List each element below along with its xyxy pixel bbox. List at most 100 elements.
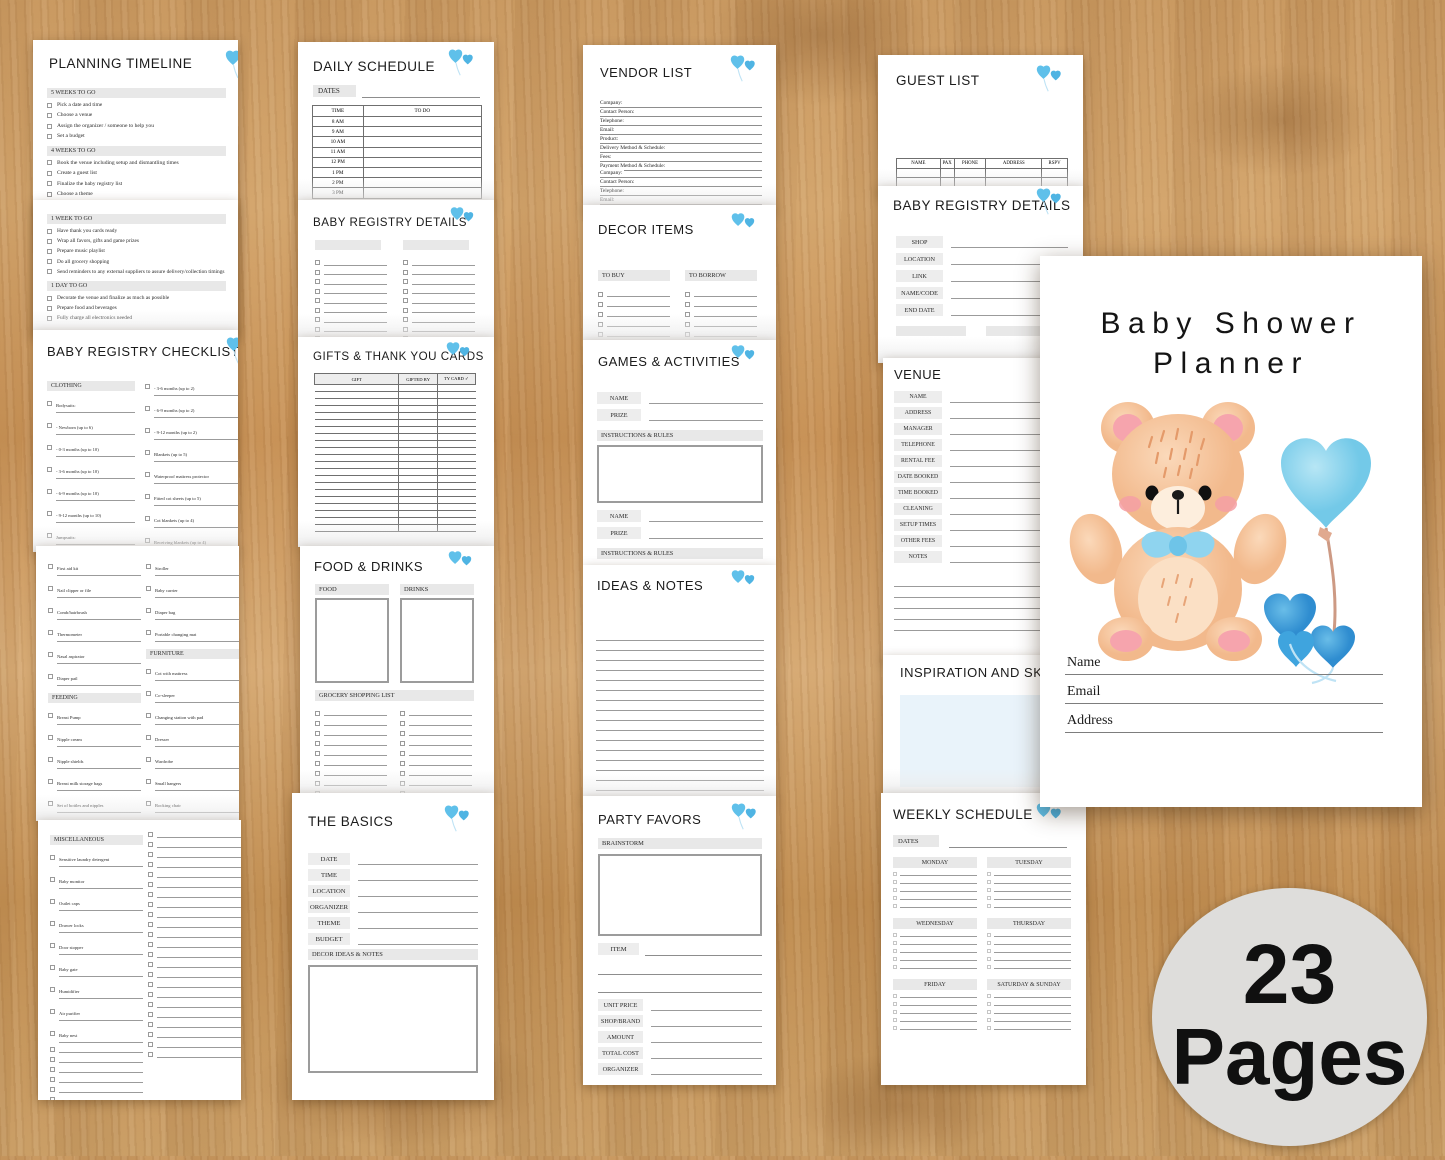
write-line[interactable]	[324, 710, 387, 716]
gift-cell[interactable]	[398, 433, 438, 441]
item-line[interactable]	[598, 992, 762, 993]
checkbox[interactable]	[146, 779, 151, 784]
checkbox[interactable]	[893, 948, 897, 953]
checkbox[interactable]	[50, 899, 55, 904]
checklist-write-line[interactable]: Baby monitor	[59, 870, 143, 889]
checkbox[interactable]	[47, 423, 52, 428]
gift-cell[interactable]	[436, 461, 476, 469]
checkbox[interactable]	[47, 160, 52, 166]
day-line[interactable]	[893, 879, 977, 884]
checklist-write-line[interactable]	[157, 901, 241, 908]
day-line[interactable]	[987, 964, 1071, 969]
checkbox[interactable]	[148, 952, 153, 957]
write-line[interactable]	[900, 1009, 977, 1014]
checklist-write-line[interactable]: Small hangers	[155, 772, 239, 791]
field-input-line[interactable]	[358, 917, 478, 929]
checklist-write-line[interactable]: Changing station with pad	[155, 706, 239, 725]
checklist-item[interactable]: Finalize the baby registry list	[47, 181, 226, 187]
checklist-write-line[interactable]: Nail clipper or file	[57, 579, 141, 598]
gift-cell[interactable]	[398, 454, 438, 462]
checklist-item[interactable]: Diaper bag	[146, 601, 239, 620]
checklist-item[interactable]: Diaper pail	[48, 667, 141, 686]
gift-cell[interactable]	[398, 391, 438, 399]
cover-field-email[interactable]: Email	[1065, 683, 1383, 704]
checklist-write-line[interactable]	[157, 1011, 241, 1018]
checklist-write-line[interactable]	[157, 891, 241, 898]
write-line[interactable]	[900, 993, 977, 998]
checkbox[interactable]	[148, 912, 153, 917]
checklist-write-line[interactable]	[59, 1056, 143, 1063]
checkbox[interactable]	[47, 123, 52, 129]
field-row[interactable]: NAME	[597, 510, 763, 522]
gift-cell[interactable]	[398, 426, 438, 434]
gift-cell[interactable]	[436, 398, 476, 406]
page-baby-registry-checklist-2[interactable]: First aid kit Nail clipper or file Comb/ha…	[36, 546, 239, 821]
checklist-write-line[interactable]: Humidifier	[59, 980, 143, 999]
write-line[interactable]	[324, 279, 387, 285]
checklist-item[interactable]: Breast milk storage bags	[48, 772, 141, 791]
checkbox[interactable]	[598, 301, 603, 307]
checkbox[interactable]	[685, 291, 690, 297]
checklist-write-line[interactable]	[157, 1041, 241, 1048]
checklist-item[interactable]: - 3-6 months (up to 2)	[145, 377, 238, 396]
checklist-write-line[interactable]	[59, 1076, 143, 1083]
checklist-item-blank[interactable]	[50, 1086, 143, 1093]
field-input-line[interactable]	[358, 869, 478, 881]
checklist-item-blank[interactable]	[148, 971, 241, 978]
checkbox[interactable]	[146, 691, 151, 696]
checkbox[interactable]	[148, 1022, 153, 1027]
field-row[interactable]: SHOP/BRAND	[598, 1015, 762, 1027]
checklist-item-blank[interactable]	[148, 911, 241, 918]
checklist-write-line[interactable]: - 0-3 months (up to 10)	[56, 438, 135, 457]
gift-row[interactable]	[314, 384, 476, 392]
write-line[interactable]	[409, 730, 472, 736]
day-line[interactable]	[987, 879, 1071, 884]
checklist-item-blank[interactable]	[148, 1051, 241, 1058]
checkbox[interactable]	[50, 877, 55, 882]
checklist-write-line[interactable]: Portable changing mat	[155, 623, 239, 642]
gift-cell[interactable]	[436, 503, 476, 511]
checklist-item[interactable]: Pick a date and time	[47, 102, 226, 108]
write-line[interactable]	[994, 932, 1071, 937]
checkbox[interactable]	[47, 170, 52, 176]
write-line[interactable]	[994, 879, 1071, 884]
gift-cell[interactable]	[398, 475, 438, 483]
write-line[interactable]	[409, 760, 472, 766]
checkbox[interactable]	[50, 1009, 55, 1014]
checkbox[interactable]	[50, 965, 55, 970]
checkbox[interactable]	[893, 956, 897, 961]
checklist-write-line[interactable]: Fitted cot sheets (up to 5)	[154, 487, 238, 506]
day-line[interactable]	[987, 932, 1071, 937]
page-planning-timeline-cont[interactable]: 1 WEEK TO GO Have thank you cards ready Wr…	[33, 200, 238, 336]
note-line[interactable]	[596, 661, 764, 671]
checkbox[interactable]	[50, 1031, 55, 1036]
checkbox[interactable]	[893, 993, 897, 998]
write-line[interactable]	[900, 932, 977, 937]
checklist-item-blank[interactable]	[400, 720, 472, 726]
day-line[interactable]	[893, 887, 977, 892]
gift-row[interactable]	[314, 412, 476, 420]
field-row[interactable]: PRIZE	[597, 409, 763, 421]
checkbox[interactable]	[315, 760, 320, 766]
write-line[interactable]	[412, 288, 475, 294]
checkbox[interactable]	[893, 895, 897, 900]
checkbox[interactable]	[987, 1025, 991, 1030]
checkbox[interactable]	[47, 228, 52, 234]
gift-row[interactable]	[314, 510, 476, 518]
checklist-item[interactable]: Have thank you cards ready	[47, 228, 226, 234]
note-line[interactable]	[596, 721, 764, 731]
todo-cell[interactable]	[362, 115, 483, 128]
write-line[interactable]	[900, 940, 977, 945]
write-line[interactable]	[412, 260, 475, 266]
checkbox[interactable]	[148, 832, 153, 837]
gift-cell[interactable]	[314, 475, 399, 483]
checklist-item[interactable]: Book the venue including setup and disma…	[47, 160, 226, 166]
checklist-write-line[interactable]	[157, 931, 241, 938]
gift-cell[interactable]	[314, 496, 399, 504]
write-line[interactable]	[994, 871, 1071, 876]
checkbox[interactable]	[893, 964, 897, 969]
checklist-item-blank[interactable]	[598, 291, 670, 297]
vendor-field-row[interactable]: Delivery Method & Schedule:	[600, 144, 762, 153]
item-line[interactable]	[645, 955, 762, 956]
write-line[interactable]	[900, 964, 977, 969]
